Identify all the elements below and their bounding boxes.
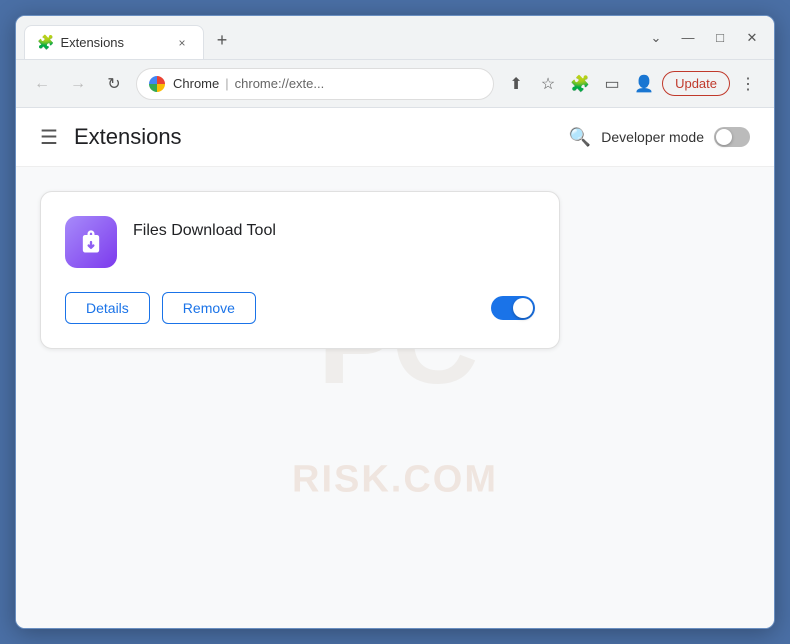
url-divider: | bbox=[225, 76, 228, 91]
extension-enable-toggle[interactable] bbox=[491, 296, 535, 320]
new-tab-button[interactable]: + bbox=[208, 27, 236, 55]
developer-mode-toggle[interactable] bbox=[714, 127, 750, 147]
update-button[interactable]: Update bbox=[662, 71, 730, 96]
tab-icon: 🧩 bbox=[37, 34, 54, 51]
back-button[interactable]: ← bbox=[28, 70, 56, 98]
share-button[interactable]: ⬆ bbox=[502, 70, 530, 98]
forward-button[interactable]: → bbox=[64, 70, 92, 98]
url-text: chrome://exte... bbox=[235, 76, 325, 91]
extension-card: Files Download Tool Details Remove bbox=[40, 191, 560, 349]
extension-name: Files Download Tool bbox=[133, 222, 276, 240]
site-name: Chrome bbox=[173, 76, 219, 91]
browser-window: 🧩 Extensions × + ⌄ — □ ✕ ← → ↻ Chrome | … bbox=[15, 15, 775, 629]
account-button[interactable]: 👤 bbox=[630, 70, 658, 98]
address-input[interactable]: Chrome | chrome://exte... bbox=[136, 68, 494, 100]
chevron-button[interactable]: ⌄ bbox=[642, 24, 670, 52]
page-header: ☰ Extensions 🔍 Developer mode bbox=[16, 108, 774, 167]
sidebar-button[interactable]: ▭ bbox=[598, 70, 626, 98]
search-icon[interactable]: 🔍 bbox=[569, 127, 591, 148]
close-button[interactable]: ✕ bbox=[738, 24, 766, 52]
extension-toggle-area bbox=[491, 296, 535, 320]
tab-close-button[interactable]: × bbox=[173, 34, 191, 52]
active-tab[interactable]: 🧩 Extensions × bbox=[24, 25, 204, 59]
details-button[interactable]: Details bbox=[65, 292, 150, 324]
page-content: PC RISK.COM Files Download Tool Details … bbox=[16, 167, 774, 628]
page-title: Extensions bbox=[74, 124, 569, 150]
developer-mode-label: Developer mode bbox=[601, 129, 704, 145]
maximize-button[interactable]: □ bbox=[706, 24, 734, 52]
extensions-button[interactable]: 🧩 bbox=[566, 70, 594, 98]
chrome-logo bbox=[149, 76, 165, 92]
window-controls: ⌄ — □ ✕ bbox=[634, 16, 766, 59]
watermark-url: RISK.COM bbox=[292, 459, 498, 502]
remove-button[interactable]: Remove bbox=[162, 292, 256, 324]
extension-bottom: Details Remove bbox=[65, 292, 535, 324]
extension-top: Files Download Tool bbox=[65, 216, 535, 268]
minimize-button[interactable]: — bbox=[674, 24, 702, 52]
menu-button[interactable]: ⋮ bbox=[734, 70, 762, 98]
hamburger-menu-icon[interactable]: ☰ bbox=[40, 125, 58, 150]
tab-title: Extensions bbox=[60, 35, 167, 50]
download-icon bbox=[77, 228, 105, 256]
bookmark-button[interactable]: ☆ bbox=[534, 70, 562, 98]
dev-mode-area: 🔍 Developer mode bbox=[569, 127, 750, 148]
tab-area: 🧩 Extensions × + bbox=[24, 16, 634, 59]
toolbar-icons: ⬆ ☆ 🧩 ▭ 👤 Update ⋮ bbox=[502, 70, 762, 98]
reload-button[interactable]: ↻ bbox=[100, 70, 128, 98]
title-bar: 🧩 Extensions × + ⌄ — □ ✕ bbox=[16, 16, 774, 60]
extension-icon bbox=[65, 216, 117, 268]
address-text: Chrome | chrome://exte... bbox=[173, 76, 481, 91]
address-bar: ← → ↻ Chrome | chrome://exte... ⬆ ☆ 🧩 ▭ … bbox=[16, 60, 774, 108]
